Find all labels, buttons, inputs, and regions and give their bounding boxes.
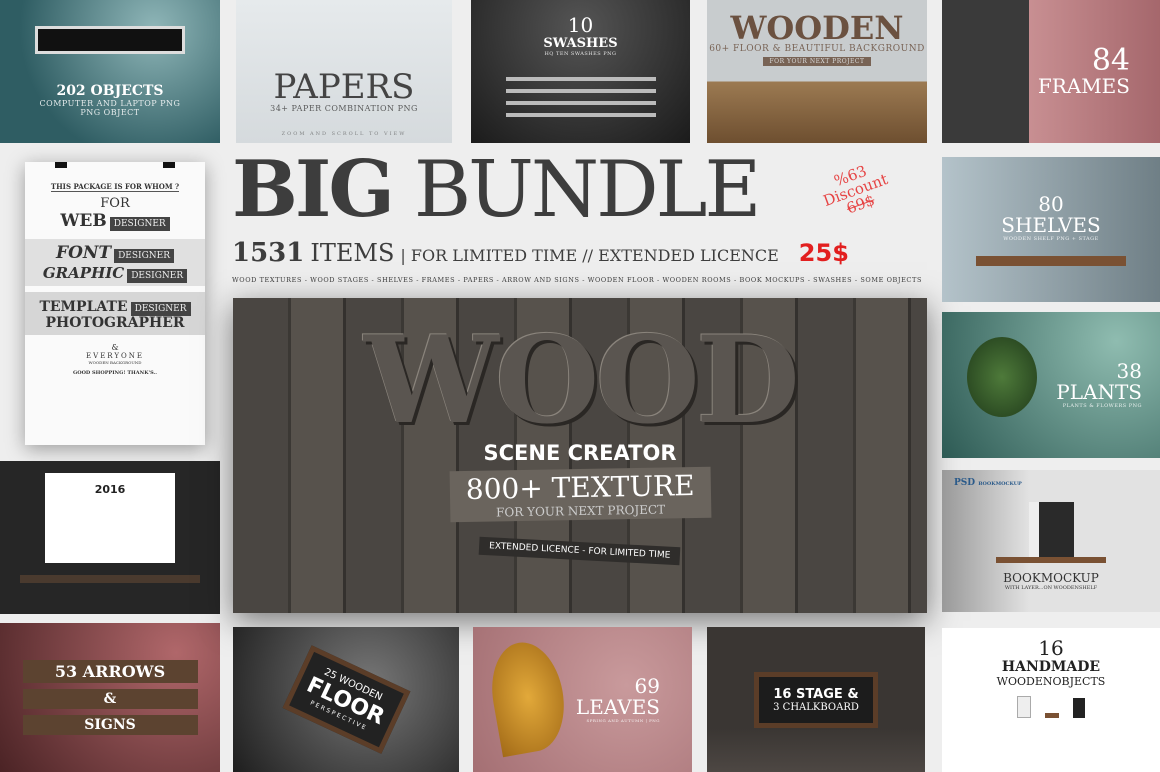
- handmade-tile: 16 HANDMADE WOODENOBJECTS: [942, 628, 1160, 772]
- shelf-image: [976, 255, 1126, 266]
- psd-label: BOOKMOCKUP: [978, 481, 1022, 487]
- items-label: ITEMS: [310, 239, 395, 267]
- tile-amp: &: [22, 689, 198, 709]
- poster-template: TEMPLATE: [39, 299, 128, 315]
- tile-sub: 3 CHALKBOARD: [773, 701, 859, 713]
- frames-tile: 84 FRAMES: [942, 0, 1160, 143]
- chalkboard: 16 STAGE & 3 CHALKBOARD: [754, 671, 878, 728]
- calendar-year: 2016: [94, 482, 126, 496]
- tile-num: 84: [1091, 43, 1130, 78]
- binder-clip-icon: [55, 162, 67, 168]
- stage-tile: 16 STAGE & 3 CHALKBOARD: [707, 627, 925, 772]
- tile-tag: FOR YOUR NEXT PROJECT: [763, 57, 871, 66]
- hero-texture: TEXTURE: [551, 469, 695, 505]
- swash-samples: [505, 77, 656, 117]
- title-bold: BIG: [232, 144, 395, 235]
- plant-image: [967, 337, 1037, 417]
- tile-num: 16: [1038, 636, 1064, 660]
- poster-wb: WOODEN BACKGROUND: [88, 360, 142, 365]
- bundle-header: BIG BUNDLE %63 Discount 69$ 1531 ITEMS | F…: [232, 150, 932, 285]
- tagline: | FOR LIMITED TIME // EXTENDED LICENCE: [400, 246, 779, 265]
- designer-tag: DESIGNER: [114, 249, 174, 263]
- tile-title: SHELVES: [1001, 212, 1101, 237]
- chalkboard: 25 WOODEN FLOOR PERSPECTIVE: [282, 645, 410, 754]
- tile-title: BOOKMOCKUP: [1003, 570, 1099, 585]
- tile-title: SWASHES: [543, 36, 618, 51]
- tile-title: LEAVES: [575, 695, 660, 719]
- tile-sub: WOODEN SHELF PNG + STAGE: [1003, 235, 1099, 242]
- audience-poster: THIS PACKAGE IS FOR WHOM ? FOR WEB DESIGN…: [25, 162, 205, 445]
- items-row: 1531 ITEMS | FOR LIMITED TIME // EXTENDE…: [232, 238, 932, 268]
- hero-wood-title: WOOD: [364, 310, 800, 451]
- tile-sub: WITH LAYER...ON WOODENSHELF: [1004, 584, 1098, 591]
- papers-tile: PAPERS 34+ PAPER COMBINATION PNG ZOOM AN…: [236, 0, 452, 143]
- designer-tag: DESIGNER: [127, 269, 188, 283]
- designer-tag: DESIGNER: [109, 217, 170, 231]
- poster-thanks: GOOD SHOPPING! THANK'S..: [72, 370, 158, 376]
- tile-title: PAPERS: [273, 67, 415, 107]
- poster-question: THIS PACKAGE IS FOR WHOM ?: [50, 182, 180, 192]
- poster-graphic: GRAPHIC: [42, 264, 125, 282]
- tile-sub: SIGNS: [22, 715, 198, 735]
- bookmockup-tile: PSD BOOKMOCKUP BOOKMOCKUP WITH LAYER...O…: [942, 470, 1160, 612]
- tile-title: HANDMADE: [1001, 659, 1101, 675]
- tile-num: 69: [634, 674, 660, 698]
- arrows-tile: 53 ARROWS & SIGNS: [0, 623, 220, 772]
- shelves-tile: 80 SHELVES WOODEN SHELF PNG + STAGE: [942, 157, 1160, 302]
- wood-hero: WOOD SCENE CREATOR 800+ TEXTURE FOR YOUR…: [233, 298, 927, 613]
- tile-sub: 34+ PAPER COMBINATION PNG: [270, 104, 418, 113]
- poster-font: FONT: [56, 243, 112, 263]
- tile-title: PLANTS: [1056, 380, 1142, 404]
- item-count: 1531: [232, 238, 305, 268]
- tile-num: 80: [1038, 191, 1064, 216]
- leaf-image: [483, 636, 573, 758]
- swashes-tile: 10 SWASHES HQ TEN SWASHES PNG: [471, 0, 690, 143]
- tile-sub: WOODENOBJECTS: [996, 675, 1106, 688]
- hero-licence: EXTENDED LICENCE - FOR LIMITED TIME: [478, 536, 682, 566]
- floor-tile: 25 WOODEN FLOOR PERSPECTIVE: [233, 627, 459, 772]
- poster-web: WEB: [60, 211, 107, 231]
- calendar-tile: 2016: [0, 461, 220, 614]
- tile-num: 10: [567, 13, 594, 37]
- table-image: [20, 574, 200, 583]
- hero-next: FOR YOUR NEXT PROJECT: [495, 502, 665, 520]
- psd-badge: PSD: [954, 478, 976, 488]
- tile-sub: SPRING AND AUTUMN | PNG: [586, 718, 660, 723]
- poster-everyone: EVERYONE: [86, 352, 144, 360]
- poster-amp: &: [111, 343, 119, 352]
- hero-scene: SCENE CREATOR: [483, 441, 677, 465]
- hero-sign: 800+ TEXTURE FOR YOUR NEXT PROJECT: [449, 466, 711, 523]
- hero-count: 800+: [465, 471, 543, 506]
- tile-sub2: PNG OBJECT: [80, 107, 140, 117]
- shelf-image: [996, 556, 1106, 563]
- zoom-hint: ZOOM AND SCROLL TO VIEW: [281, 131, 407, 137]
- tile-sub: 60+ FLOOR & BEAUTIFUL BACKGROUND: [709, 44, 925, 54]
- calendar-paper: 2016: [45, 472, 175, 563]
- poster-for: FOR: [100, 196, 130, 211]
- wooden-tile: WOODEN 60+ FLOOR & BEAUTIFUL BACKGROUND …: [707, 0, 927, 143]
- tile-sub: PLANTS & FLOWERS PNG: [1062, 403, 1142, 409]
- designer-tag: DESIGNER: [130, 302, 191, 316]
- tile-title: 53 ARROWS: [22, 660, 198, 683]
- tile-title: FRAMES: [1037, 74, 1130, 98]
- monitor-image: [35, 26, 185, 55]
- price: 25$: [798, 239, 849, 267]
- tile-title: 202 OBJECTS: [56, 83, 164, 100]
- category-list: WOOD TEXTURES - WOOD STAGES - SHELVES - …: [232, 276, 922, 284]
- title-light: BUNDLE: [413, 145, 762, 235]
- binder-clip-icon: [163, 162, 175, 168]
- tile-num: 38: [1116, 359, 1142, 383]
- tile-title: 16 STAGE &: [773, 686, 859, 702]
- tile-sub: HQ TEN SWASHES PNG: [544, 51, 617, 57]
- leaves-tile: 69 LEAVES SPRING AND AUTUMN | PNG: [473, 627, 692, 772]
- poster-photographer: PHOTOGRAPHER: [45, 315, 185, 331]
- objects-image: [1017, 696, 1085, 718]
- book-image: [1028, 501, 1074, 557]
- plants-tile: 38 PLANTS PLANTS & FLOWERS PNG: [942, 312, 1160, 458]
- tile-sub: COMPUTER AND LAPTOP PNG: [39, 98, 181, 108]
- tile-title: WOODEN: [730, 9, 904, 47]
- objects-tile: 202 OBJECTS COMPUTER AND LAPTOP PNG PNG …: [0, 0, 220, 143]
